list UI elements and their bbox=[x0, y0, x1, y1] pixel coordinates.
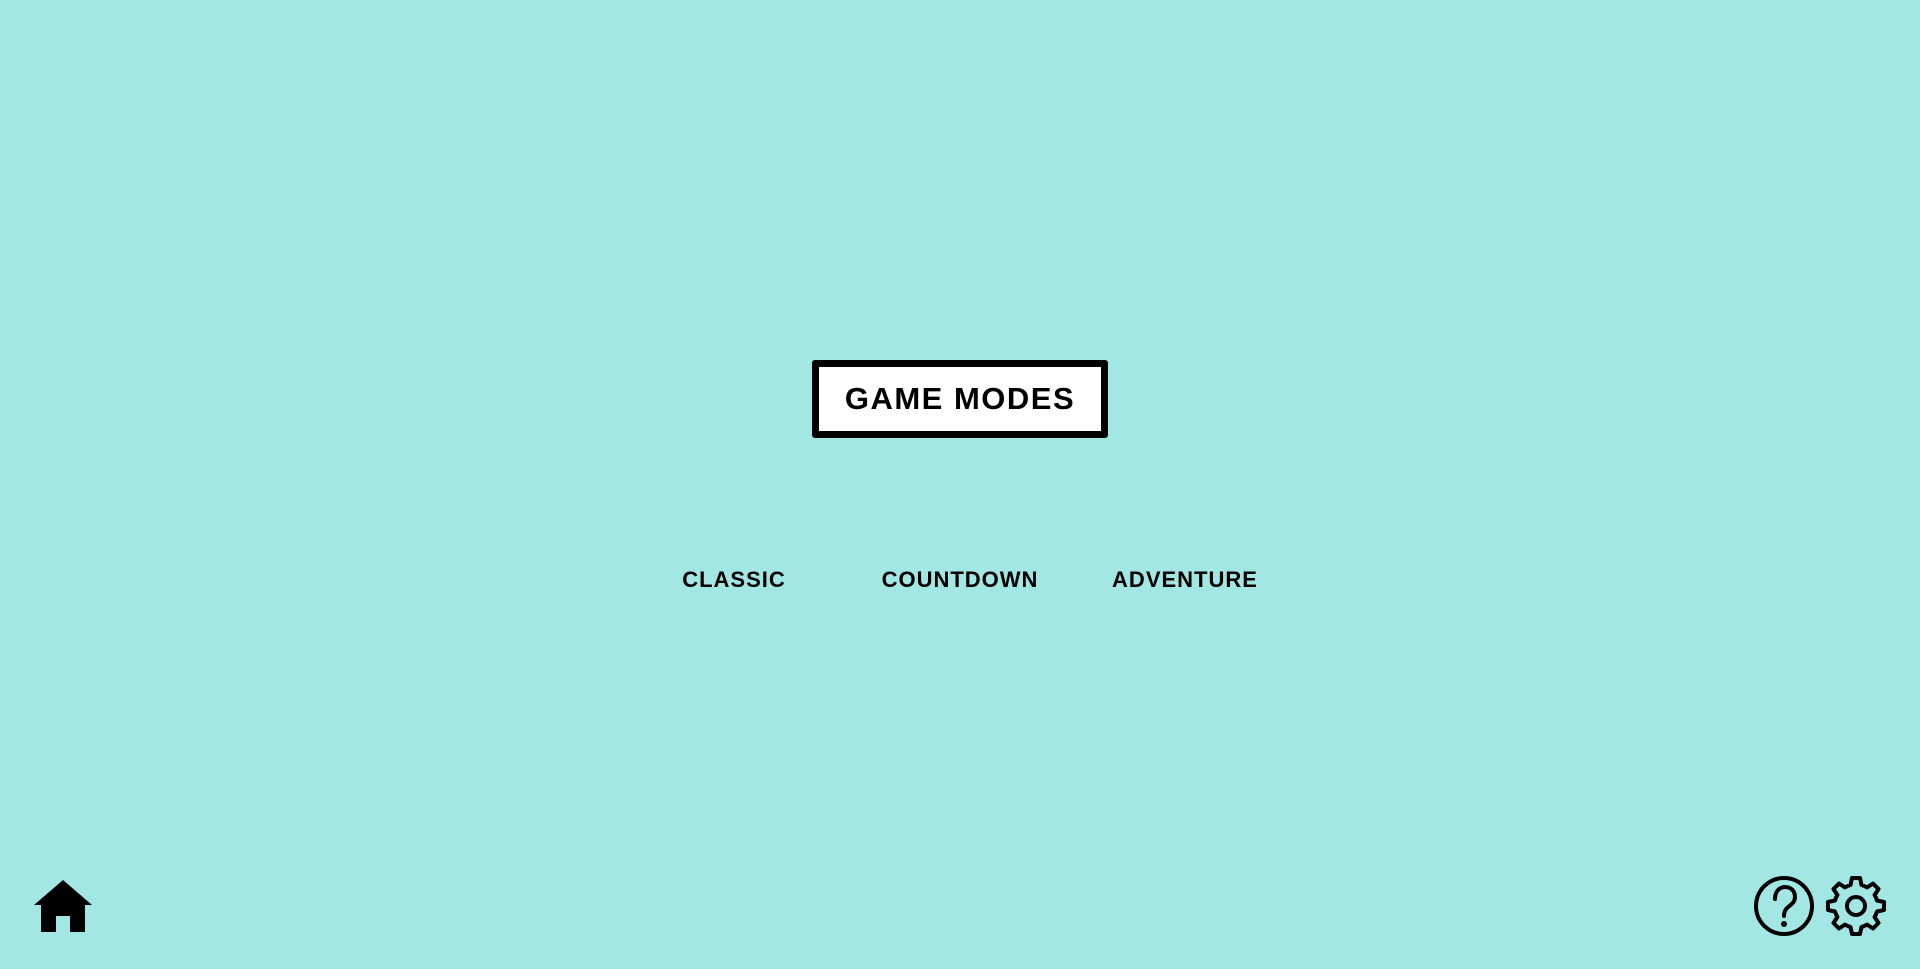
help-button[interactable] bbox=[1752, 874, 1816, 938]
page-title: GAME MODES bbox=[844, 381, 1076, 416]
countdown-mode-button[interactable]: COUNTDOWN bbox=[868, 562, 1052, 598]
classic-mode-button[interactable]: CLASSIC bbox=[664, 562, 804, 598]
settings-button[interactable] bbox=[1824, 874, 1888, 938]
gear-icon bbox=[1826, 876, 1886, 936]
title-box: GAME MODES bbox=[812, 360, 1108, 438]
help-icon bbox=[1754, 876, 1814, 936]
home-icon bbox=[34, 880, 92, 932]
home-button[interactable] bbox=[32, 878, 94, 934]
game-mode-screen: GAME MODES CLASSIC COUNTDOWN ADVENTURE bbox=[0, 0, 1920, 969]
adventure-mode-button[interactable]: ADVENTURE bbox=[1098, 562, 1272, 598]
